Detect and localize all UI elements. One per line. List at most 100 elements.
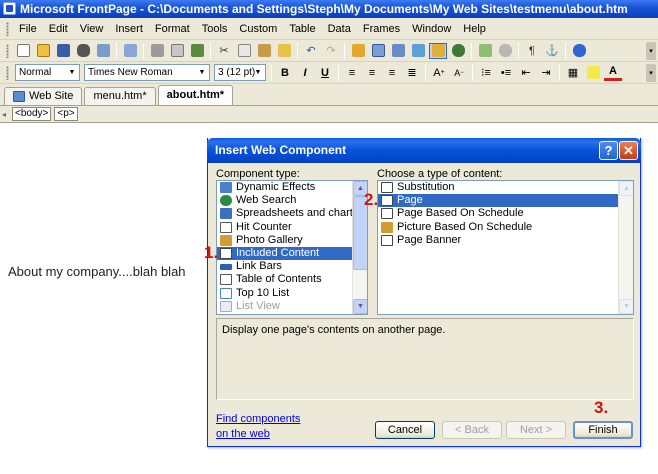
find-components-link-line2[interactable]: on the web [216, 428, 270, 440]
list-item[interactable]: Spreadsheets and charts [217, 207, 367, 220]
spelling-icon[interactable] [188, 43, 206, 59]
cancel-button[interactable]: Cancel [375, 421, 435, 439]
align-left-icon[interactable]: ≡ [343, 65, 361, 81]
tag-p[interactable]: <p> [54, 107, 78, 121]
align-right-icon[interactable]: ≡ [383, 65, 401, 81]
scroll-up-icon[interactable]: ▲ [619, 181, 633, 196]
increase-font-icon[interactable]: A + [430, 65, 448, 81]
open-folder-icon[interactable] [34, 43, 52, 59]
print-preview-icon[interactable] [168, 43, 186, 59]
list-item[interactable]: Hit Counter [217, 221, 367, 234]
style-select[interactable]: Normal ▼ [15, 64, 80, 81]
page-body-text[interactable]: About my company....blah blah [8, 264, 208, 279]
print-icon[interactable] [148, 43, 166, 59]
font-size-select[interactable]: 3 (12 pt) ▼ [214, 64, 266, 81]
search-binoculars-icon[interactable] [74, 43, 92, 59]
menu-custom[interactable]: Custom [233, 19, 283, 39]
toolbar-grip[interactable] [6, 65, 9, 80]
borders-icon[interactable]: ▦ [564, 65, 582, 81]
tag-body[interactable]: <body> [12, 107, 52, 121]
menu-insert[interactable]: Insert [109, 19, 149, 39]
menu-tools[interactable]: Tools [196, 19, 234, 39]
web-component-icon[interactable] [349, 43, 367, 59]
drawing-icon[interactable] [429, 42, 447, 59]
list-item-selected[interactable]: Page [378, 194, 633, 208]
tab-menu-htm[interactable]: menu.htm* [84, 87, 156, 105]
list-item[interactable]: Web Search [217, 194, 367, 207]
insert-layer-icon[interactable] [389, 43, 407, 59]
menu-edit[interactable]: Edit [43, 19, 74, 39]
refresh-icon[interactable] [476, 43, 494, 59]
justify-icon[interactable]: ≣ [403, 65, 421, 81]
menu-frames[interactable]: Frames [357, 19, 406, 39]
cut-icon[interactable]: ✂ [215, 43, 233, 59]
toolbar-options-icon[interactable]: ▾ [646, 41, 656, 60]
list-item[interactable]: Table of Contents [217, 273, 367, 286]
toolbar-options-icon[interactable]: ▾ [646, 63, 656, 82]
menu-file[interactable]: File [13, 19, 43, 39]
show-all-icon[interactable]: ¶ [523, 43, 541, 59]
next-button[interactable]: Next > [506, 421, 566, 439]
paste-icon[interactable] [255, 43, 273, 59]
menu-view[interactable]: View [74, 19, 110, 39]
scroll-down-icon[interactable]: ▼ [619, 299, 633, 314]
toggle-pane-icon[interactable] [121, 43, 139, 59]
redo-icon[interactable]: ↷ [322, 43, 340, 59]
help-icon[interactable] [570, 43, 588, 59]
list-item[interactable]: Substitution [378, 181, 633, 194]
copy-icon[interactable] [235, 43, 253, 59]
format-painter-icon[interactable] [275, 43, 293, 59]
find-components-link[interactable]: Find components [216, 413, 300, 425]
underline-icon[interactable]: U [316, 65, 334, 81]
highlight-icon[interactable] [584, 65, 602, 81]
component-type-list[interactable]: Dynamic Effects Web Search Spreadsheets … [216, 180, 368, 315]
bullets-icon[interactable]: •≡ [497, 65, 515, 81]
tab-about-htm[interactable]: about.htm* [157, 85, 234, 105]
help-button[interactable]: ? [599, 141, 618, 160]
close-button[interactable]: ✕ [619, 141, 638, 160]
decrease-font-icon[interactable]: A − [450, 65, 468, 81]
save-icon[interactable] [54, 43, 72, 59]
insert-table-icon[interactable] [369, 43, 387, 59]
menu-help[interactable]: Help [457, 19, 492, 39]
menu-table[interactable]: Table [283, 19, 321, 39]
numbering-icon[interactable]: ⁝≡ [477, 65, 495, 81]
toolbar-grip[interactable] [6, 43, 9, 58]
menu-data[interactable]: Data [322, 19, 357, 39]
list-item[interactable]: Picture Based On Schedule [378, 221, 633, 234]
hyperlink-icon[interactable] [449, 43, 467, 59]
scroll-down-icon[interactable]: ▼ [353, 299, 367, 314]
insert-picture-icon[interactable] [409, 43, 427, 59]
back-button[interactable]: < Back [442, 421, 502, 439]
scroll-left-icon[interactable]: ◂ [2, 110, 10, 119]
list-item[interactable]: Dynamic Effects [217, 181, 367, 194]
toolbar-grip[interactable] [6, 21, 9, 36]
list-item-selected[interactable]: Included Content [217, 246, 367, 261]
content-list-scrollbar[interactable]: ▲ ▼ [618, 181, 633, 314]
bold-icon[interactable]: B [276, 65, 294, 81]
menu-window[interactable]: Window [406, 19, 457, 39]
font-select[interactable]: Times New Roman ▼ [84, 64, 210, 81]
list-item[interactable]: Link Bars [217, 260, 367, 273]
publish-icon[interactable] [94, 43, 112, 59]
anchor-icon[interactable]: ⚓ [543, 43, 561, 59]
list-item[interactable]: Photo Gallery [217, 234, 367, 247]
undo-icon[interactable]: ↶ [302, 43, 320, 59]
finish-button[interactable]: Finish [573, 421, 633, 439]
align-center-icon[interactable]: ≡ [363, 65, 381, 81]
stop-icon[interactable] [496, 43, 514, 59]
increase-indent-icon[interactable]: ⇥ [537, 65, 555, 81]
new-page-icon[interactable] [14, 43, 32, 59]
menu-format[interactable]: Format [149, 19, 196, 39]
decrease-indent-icon[interactable]: ⇤ [517, 65, 535, 81]
content-type-list[interactable]: Substitution Page Page Based On Schedule… [377, 180, 634, 315]
list-item[interactable]: Page Based On Schedule [378, 207, 633, 220]
tab-web-site[interactable]: Web Site [4, 87, 83, 105]
font-color-icon[interactable]: A [604, 65, 622, 81]
list-item[interactable]: List View [217, 300, 367, 313]
spreadsheet-icon [220, 208, 232, 220]
italic-icon[interactable]: I [296, 65, 314, 81]
photo-gallery-icon [220, 234, 232, 246]
list-item[interactable]: Page Banner [378, 234, 633, 247]
list-item[interactable]: Top 10 List [217, 287, 367, 300]
